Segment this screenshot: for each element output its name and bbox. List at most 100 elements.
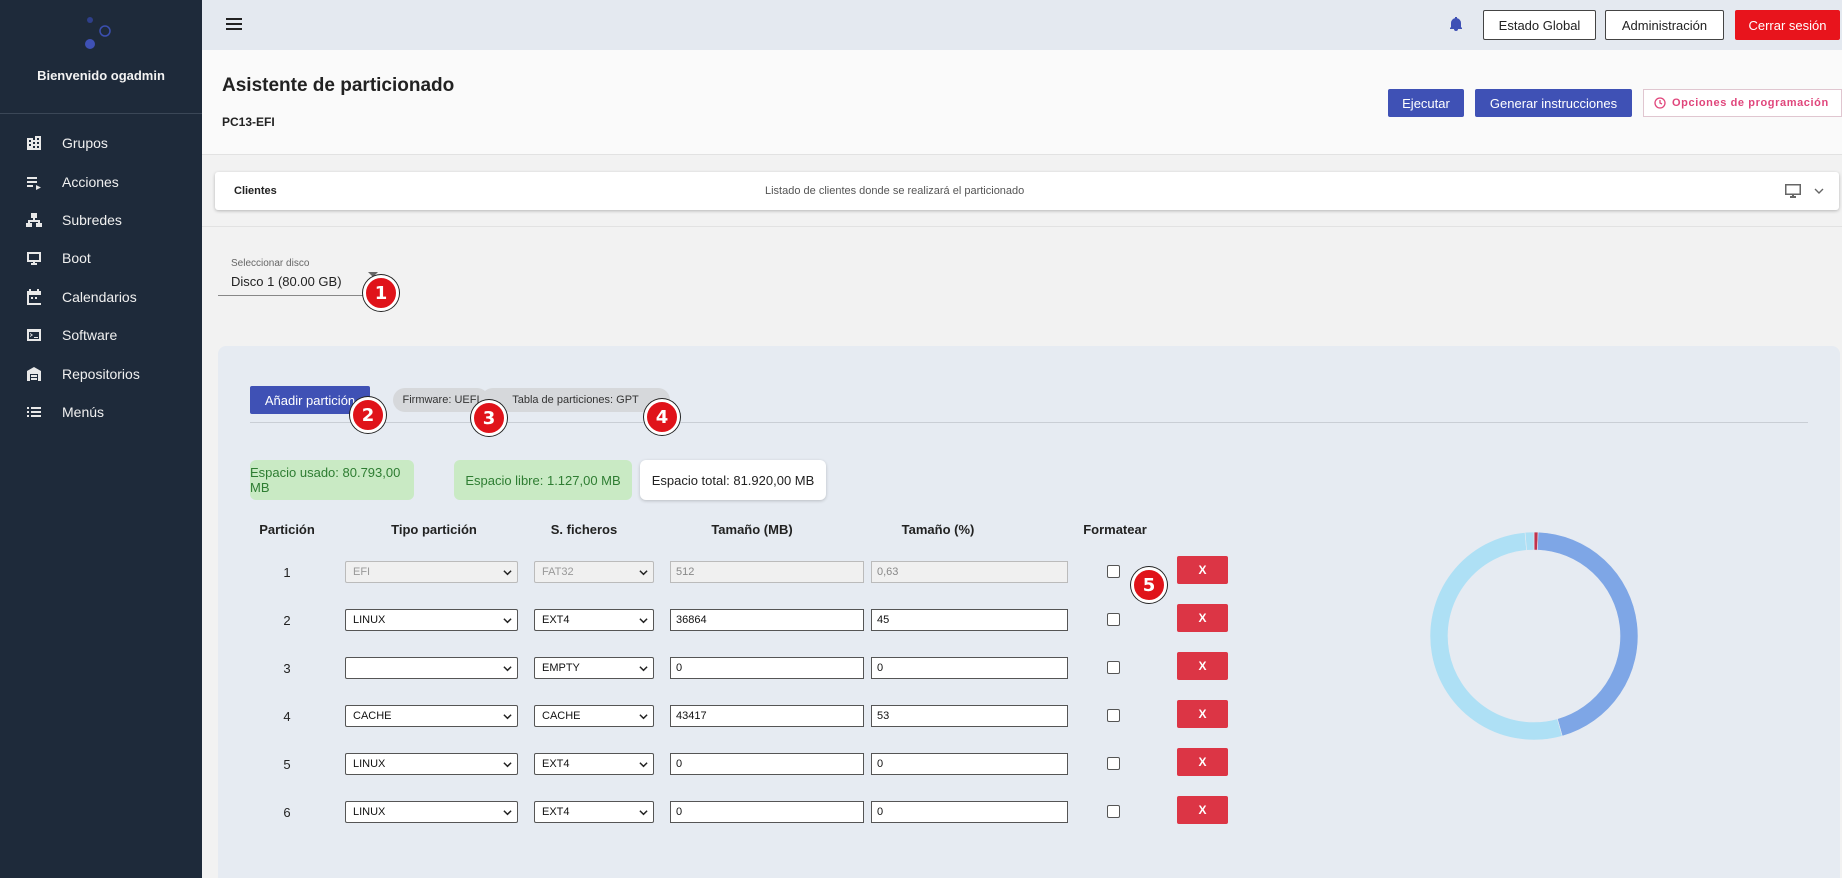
sidebar-item-repositorios[interactable]: Repositorios <box>0 354 202 392</box>
size-mb-input[interactable]: 0 <box>670 753 864 775</box>
chevron-down-icon <box>503 810 512 816</box>
filesystem-select[interactable]: EXT4 <box>534 801 654 823</box>
sidebar-item-acciones[interactable]: Acciones <box>0 162 202 200</box>
annotation-marker-5: 5 <box>1131 567 1167 603</box>
table-row: 3 EMPTY 0 0 X <box>218 652 1228 681</box>
desktop-icon <box>1785 184 1801 198</box>
warehouse-icon <box>26 366 42 382</box>
filesystem-value: EMPTY <box>542 662 580 674</box>
sidebar-item-subredes[interactable]: Subredes <box>0 201 202 239</box>
sidebar-divider <box>0 113 202 114</box>
partition-table-chip: Tabla de particiones: GPT <box>481 388 670 412</box>
filesystem-value: EXT4 <box>542 806 570 818</box>
size-pct-input[interactable]: 45 <box>871 609 1068 631</box>
size-pct-input[interactable]: 0 <box>871 753 1068 775</box>
table-row: 2 LINUX EXT4 36864 45 X <box>218 604 1228 633</box>
disk-select[interactable]: Seleccionar disco Disco 1 (80.00 GB) <box>218 252 386 296</box>
chevron-down-icon <box>639 714 648 720</box>
administracion-button[interactable]: Administración <box>1605 10 1724 40</box>
filesystem-select[interactable]: EMPTY <box>534 657 654 679</box>
size-pct-input[interactable]: 0 <box>871 801 1068 823</box>
chevron-down-icon <box>503 570 512 576</box>
sidebar-item-boot[interactable]: Boot <box>0 239 202 277</box>
disk-select-label: Seleccionar disco <box>231 258 310 269</box>
sidebar-item-label: Calendarios <box>62 288 137 305</box>
clients-description: Listado de clientes donde se realizará e… <box>765 185 1025 197</box>
sidebar-item-label: Boot <box>62 250 91 267</box>
network-icon <box>26 212 42 228</box>
format-checkbox[interactable] <box>1107 805 1120 818</box>
size-mb-input[interactable]: 36864 <box>670 609 864 631</box>
topbar: Estado Global Administración Cerrar sesi… <box>202 0 1842 50</box>
bell-icon[interactable] <box>1448 16 1464 32</box>
page-header: Asistente de particionado PC13-EFI Ejecu… <box>202 50 1842 155</box>
header-tipo-particion: Tipo partición <box>391 522 477 537</box>
size-pct-input[interactable]: 53 <box>871 705 1068 727</box>
format-checkbox[interactable] <box>1107 709 1120 722</box>
filesystem-select: FAT32 <box>534 561 654 583</box>
partition-number: 2 <box>283 613 291 628</box>
estado-global-button[interactable]: Estado Global <box>1483 10 1596 40</box>
delete-partition-button[interactable]: X <box>1177 748 1228 776</box>
partition-type-select[interactable]: LINUX <box>345 801 518 823</box>
filesystem-select[interactable]: CACHE <box>534 705 654 727</box>
sidebar-item-label: Repositorios <box>62 365 140 382</box>
format-checkbox[interactable] <box>1107 757 1120 770</box>
delete-partition-button[interactable]: X <box>1177 652 1228 680</box>
menu-toggle-icon[interactable] <box>226 15 244 33</box>
space-free-badge: Espacio libre: 1.127,00 MB <box>454 460 632 500</box>
sidebar-item-grupos[interactable]: Grupos <box>0 124 202 162</box>
sidebar-item-software[interactable]: Software <box>0 316 202 354</box>
generar-instrucciones-button[interactable]: Generar instrucciones <box>1475 89 1632 117</box>
partition-number: 6 <box>283 805 291 820</box>
annotation-marker-4: 4 <box>644 399 680 435</box>
header-sistema-ficheros: S. ficheros <box>550 522 618 537</box>
divider <box>202 226 1842 227</box>
delete-partition-button[interactable]: X <box>1177 700 1228 728</box>
filesystem-select[interactable]: EXT4 <box>534 753 654 775</box>
table-row: 6 LINUX EXT4 0 0 X <box>218 796 1228 825</box>
partition-type-value: CACHE <box>353 710 392 722</box>
chevron-down-icon[interactable] <box>1814 186 1824 196</box>
sidebar-item-menus[interactable]: Menús <box>0 393 202 431</box>
playlist-icon <box>26 174 42 190</box>
sidebar-item-label: Subredes <box>62 211 122 228</box>
filesystem-select[interactable]: EXT4 <box>534 609 654 631</box>
partition-type-select[interactable] <box>345 657 518 679</box>
delete-partition-button[interactable]: X <box>1177 796 1228 824</box>
annotation-marker-2: 2 <box>350 397 386 433</box>
delete-partition-button[interactable]: X <box>1177 556 1228 584</box>
clients-expansion-panel[interactable]: Clientes Listado de clientes donde se re… <box>215 172 1839 210</box>
header-particion: Partición <box>259 522 315 537</box>
partition-type-value: EFI <box>353 566 371 578</box>
size-mb-input[interactable]: 43417 <box>670 705 864 727</box>
logout-button[interactable]: Cerrar sesión <box>1735 10 1840 40</box>
chevron-down-icon <box>639 810 648 816</box>
sidebar-item-calendarios[interactable]: Calendarios <box>0 278 202 316</box>
sidebar: Bienvenido ogadmin Grupos Acciones Subre… <box>0 0 202 878</box>
clock-icon <box>1654 97 1666 109</box>
ejecutar-button[interactable]: Ejecutar <box>1388 89 1464 117</box>
header-tamano-mb: Tamaño (MB) <box>711 522 793 537</box>
size-mb-input[interactable]: 0 <box>670 801 864 823</box>
clients-title: Clientes <box>234 185 277 197</box>
partition-panel: Añadir partición Firmware: UEFI Tabla de… <box>218 346 1840 878</box>
format-checkbox[interactable] <box>1107 613 1120 626</box>
size-pct-input[interactable]: 0 <box>871 657 1068 679</box>
header-tamano-pct: Tamaño (%) <box>901 522 975 537</box>
partition-type-select[interactable]: LINUX <box>345 609 518 631</box>
opciones-programacion-button[interactable]: Opciones de programación <box>1643 89 1842 117</box>
partition-type-value: LINUX <box>353 614 386 626</box>
format-checkbox[interactable] <box>1107 565 1120 578</box>
size-mb-input[interactable]: 0 <box>670 657 864 679</box>
space-total-badge: Espacio total: 81.920,00 MB <box>640 460 826 500</box>
format-checkbox[interactable] <box>1107 661 1120 674</box>
chevron-down-icon <box>639 666 648 672</box>
chevron-down-icon <box>503 714 512 720</box>
delete-partition-button[interactable]: X <box>1177 604 1228 632</box>
partition-type-select[interactable]: CACHE <box>345 705 518 727</box>
logo-icon <box>85 17 111 49</box>
partition-type-select[interactable]: LINUX <box>345 753 518 775</box>
filesystem-value: FAT32 <box>542 566 574 578</box>
donut-slice-2 <box>1537 531 1639 737</box>
